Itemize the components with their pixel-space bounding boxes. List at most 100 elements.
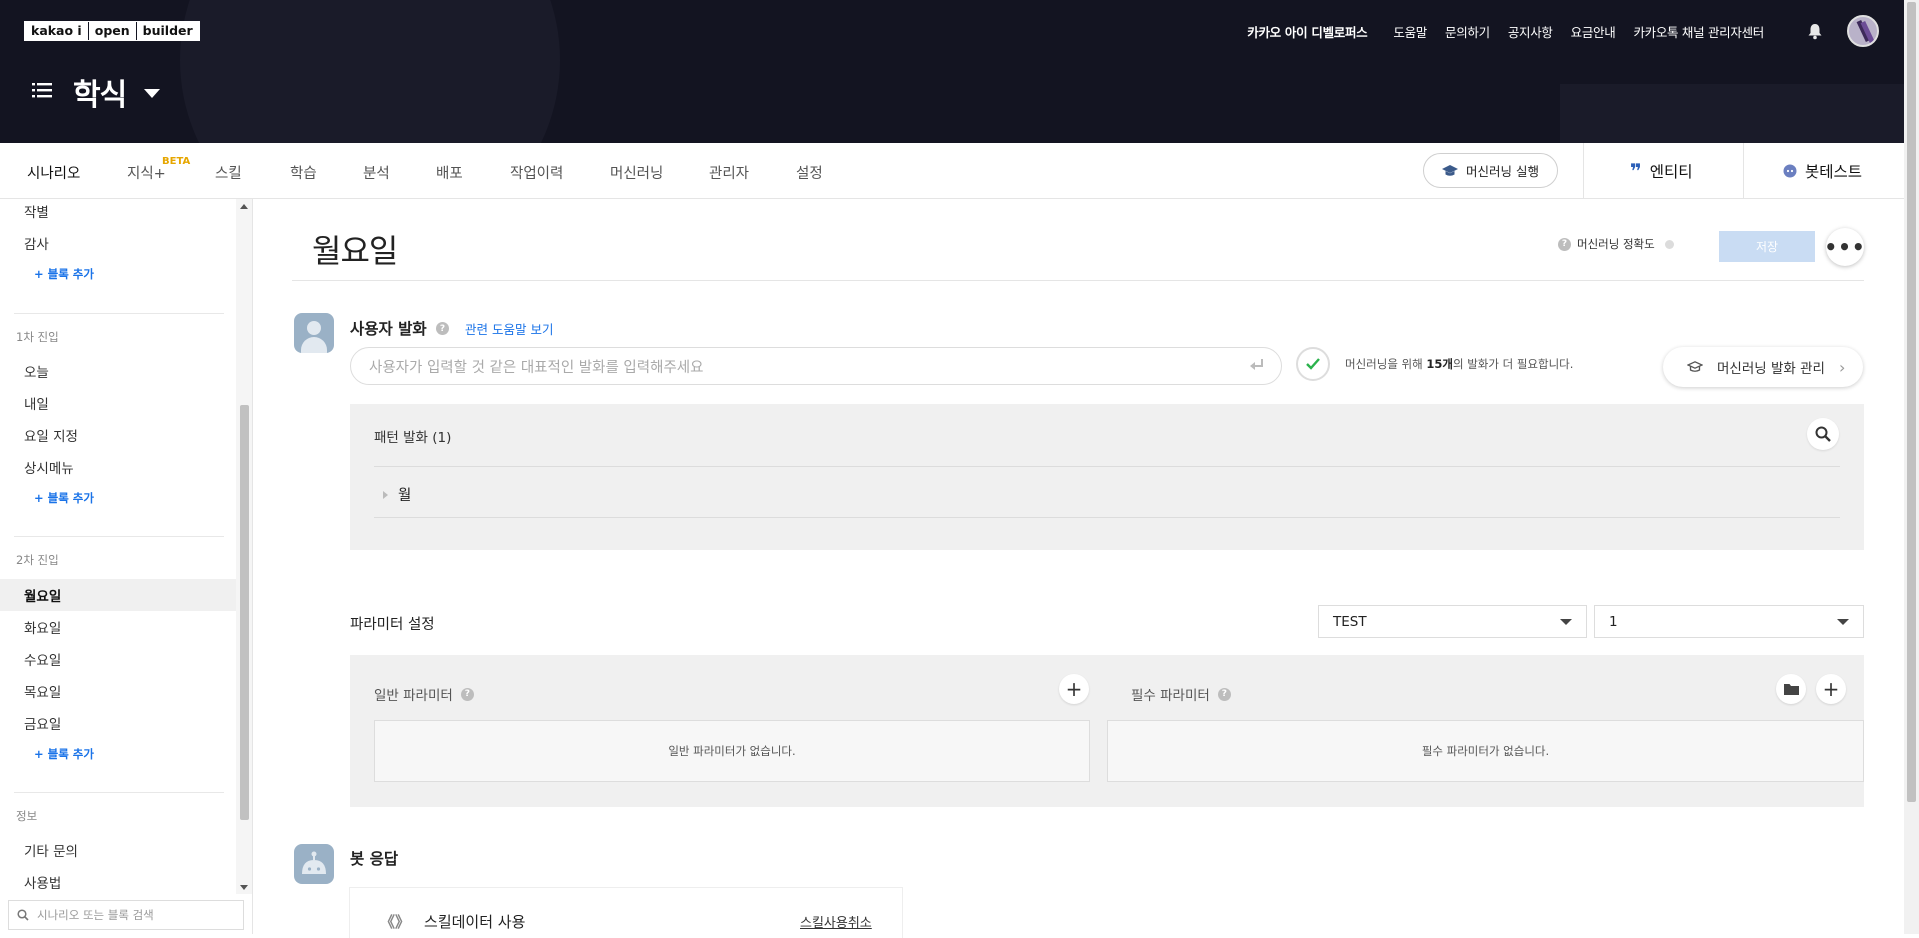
block-item[interactable]: 수요일	[24, 649, 61, 669]
scroll-down-arrow-icon[interactable]	[240, 885, 248, 890]
divider	[374, 466, 1840, 467]
utterance-placeholder: 사용자가 입력할 것 같은 대표적인 발화를 입력해주세요	[369, 359, 704, 376]
folder-button[interactable]	[1776, 674, 1806, 704]
skill-data-header: 《》 스킬데이터 사용	[380, 911, 525, 932]
block-item[interactable]: 기타 문의	[24, 840, 78, 860]
nav-help[interactable]: 도움말	[1393, 22, 1427, 41]
add-general-parameter-button[interactable]: +	[1059, 674, 1089, 704]
graduation-cap-icon	[1442, 164, 1458, 176]
sidebar-scroll-thumb[interactable]	[240, 405, 249, 820]
ml-progress-indicator	[1296, 347, 1330, 381]
pattern-utterance-item[interactable]: 월	[383, 484, 411, 505]
tab-deploy[interactable]: 배포	[436, 162, 463, 183]
chevron-down-icon[interactable]	[144, 89, 160, 98]
block-item[interactable]: 감사	[24, 233, 49, 253]
add-block-button[interactable]: + 블록 추가	[34, 746, 94, 762]
sidebar-search-placeholder: 시나리오 또는 블록 검색	[37, 908, 154, 922]
expand-arrow-icon[interactable]	[383, 490, 388, 499]
skill-cancel-link[interactable]: 스킬사용취소	[800, 912, 872, 931]
scenario-group-title[interactable]: 1차 진입	[16, 329, 59, 345]
nav-channel-admin[interactable]: 카카오톡 채널 관리자센터	[1633, 22, 1764, 41]
entity-tab[interactable]: ❞ 엔티티	[1630, 160, 1693, 182]
user-avatar[interactable]	[1847, 15, 1879, 47]
ml-hint-pre: 머신러닝을 위해	[1345, 357, 1427, 371]
block-title[interactable]: 월요일	[312, 226, 398, 272]
divider	[1743, 143, 1744, 199]
help-icon[interactable]: ?	[436, 322, 449, 335]
logo-part: kakao i	[25, 22, 88, 40]
block-item[interactable]: 상시메뉴	[24, 457, 74, 477]
sidebar-search-input[interactable]: 시나리오 또는 블록 검색	[8, 900, 244, 930]
block-item[interactable]: 작별	[24, 201, 49, 221]
dropdown-arrow-icon	[1837, 619, 1849, 625]
block-item[interactable]: 오늘	[24, 361, 49, 381]
utterance-input[interactable]: 사용자가 입력할 것 같은 대표적인 발화를 입력해주세요	[350, 347, 1282, 385]
parameter-select-2[interactable]: 1	[1594, 605, 1864, 638]
bell-icon[interactable]	[1806, 22, 1824, 40]
ml-utterance-manage-button[interactable]: 머신러닝 발화 관리 ›	[1663, 347, 1863, 387]
scenario-group-title[interactable]: 정보	[16, 808, 37, 824]
add-block-button[interactable]: + 블록 추가	[34, 266, 94, 282]
select-value: TEST	[1333, 613, 1367, 630]
scenario-group-title[interactable]: 2차 진입	[16, 552, 59, 568]
help-icon[interactable]: ?	[460, 687, 474, 701]
tab-analytics[interactable]: 분석	[363, 162, 390, 183]
check-icon	[1306, 358, 1320, 370]
ml-run-button[interactable]: 머신러닝 실행	[1423, 153, 1558, 188]
tab-history[interactable]: 작업이력	[510, 162, 563, 183]
select-value: 1	[1609, 613, 1618, 630]
menu-list-icon[interactable]	[32, 82, 52, 98]
nav-kakao-i-developers[interactable]: 카카오 아이 디벨로퍼스	[1247, 22, 1367, 41]
required-parameter-text: 필수 파라미터	[1131, 688, 1210, 704]
block-item[interactable]: 금요일	[24, 713, 61, 733]
chevron-right-icon: ›	[1838, 357, 1846, 377]
block-item[interactable]: 내일	[24, 393, 49, 413]
top-nav: 카카오 아이 디벨로퍼스 도움말 문의하기 공지사항 요금안내 카카오톡 채널 …	[1247, 22, 1764, 41]
quote-icon: ❞	[1630, 159, 1642, 183]
bot-name[interactable]: 학식	[73, 70, 127, 114]
block-item[interactable]: 요일 지정	[24, 425, 78, 445]
help-icon[interactable]: ?	[1217, 687, 1231, 701]
tab-scenario[interactable]: 시나리오	[27, 162, 81, 202]
enter-icon[interactable]	[1249, 358, 1265, 372]
tab-learning[interactable]: 학습	[290, 162, 317, 183]
add-required-parameter-button[interactable]: +	[1816, 674, 1846, 704]
divider	[14, 536, 224, 537]
scroll-up-arrow-icon[interactable]	[240, 204, 248, 209]
page-scroll-thumb[interactable]	[1907, 2, 1916, 802]
more-options-icon[interactable]: •••	[1824, 228, 1865, 266]
pattern-utterance-panel	[350, 404, 1864, 550]
block-item-selected[interactable]: 월요일	[24, 585, 61, 605]
ml-hint-text: 머신러닝을 위해 15개의 발화가 더 필요합니다.	[1345, 356, 1573, 372]
tab-skill[interactable]: 스킬	[215, 162, 242, 183]
block-item[interactable]: 목요일	[24, 681, 61, 701]
code-brackets-icon: 《》	[380, 913, 411, 931]
pattern-search-button[interactable]	[1807, 418, 1839, 450]
tab-admin[interactable]: 관리자	[709, 162, 749, 183]
tab-machine-learning[interactable]: 머신러닝	[610, 162, 663, 183]
skill-data-label: 스킬데이터 사용	[424, 913, 526, 931]
tab-knowledge[interactable]: 지식+	[127, 162, 166, 183]
save-button[interactable]: 저장	[1719, 231, 1815, 262]
help-icon[interactable]: ?	[1558, 237, 1571, 251]
kakao-i-open-builder-logo[interactable]: kakao i open builder	[24, 21, 200, 41]
nav-pricing[interactable]: 요금안내	[1571, 22, 1616, 41]
header-decoration	[180, 0, 560, 143]
logo-part: open	[87, 22, 136, 40]
required-parameter-empty: 필수 파라미터가 없습니다.	[1107, 720, 1864, 782]
header-decoration	[1560, 84, 1904, 143]
nav-contact[interactable]: 문의하기	[1445, 22, 1490, 41]
block-item[interactable]: 화요일	[24, 617, 61, 637]
nav-notice[interactable]: 공지사항	[1508, 22, 1553, 41]
search-icon	[1815, 426, 1831, 442]
parameter-select-1[interactable]: TEST	[1318, 605, 1587, 638]
logo-part: builder	[135, 22, 199, 40]
related-help-link[interactable]: 관련 도움말 보기	[465, 319, 553, 338]
tab-settings[interactable]: 설정	[796, 162, 823, 183]
bot-test-tab[interactable]: 봇테스트	[1783, 160, 1862, 182]
add-block-button[interactable]: + 블록 추가	[34, 490, 94, 506]
block-item[interactable]: 사용법	[24, 872, 61, 892]
general-parameter-text: 일반 파라미터	[374, 688, 453, 704]
divider	[14, 313, 224, 314]
top-header: kakao i open builder 카카오 아이 디벨로퍼스 도움말 문의…	[0, 0, 1904, 143]
